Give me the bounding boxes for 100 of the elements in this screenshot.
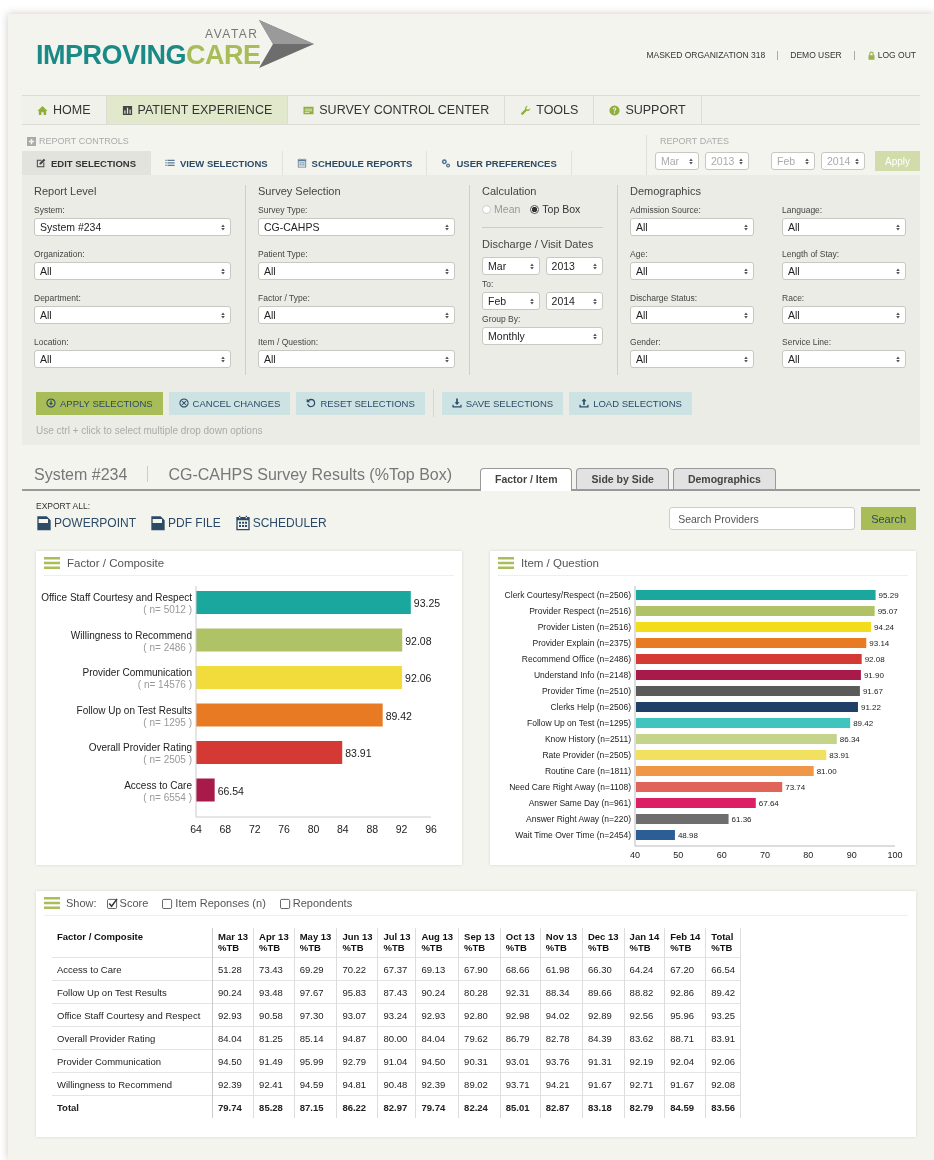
count-label: ( n= 5012 )	[143, 604, 192, 615]
category-label: Provider Explain (n=2375)	[532, 638, 631, 648]
select-field[interactable]: Feb	[482, 292, 540, 310]
action-button[interactable]: RESET SELECTIONS	[296, 391, 425, 415]
updown-arrows-icon	[444, 311, 451, 320]
updown-arrows-icon	[592, 332, 598, 341]
select-field[interactable]: 2013	[545, 257, 604, 275]
select-field[interactable]: All	[630, 262, 754, 280]
select-field[interactable]: All	[630, 306, 754, 324]
radio-option[interactable]: Top Box	[530, 203, 581, 215]
checkbox[interactable]	[162, 897, 174, 909]
table-cell: 94.87	[336, 1026, 378, 1050]
select-field[interactable]: All	[258, 306, 456, 324]
column-header: May 13 %TB	[294, 928, 337, 958]
nav-tab[interactable]: SURVEY CONTROL CENTER	[288, 96, 506, 124]
checkbox-option[interactable]: Repondents	[279, 897, 353, 909]
select-field[interactable]: All	[630, 218, 754, 236]
table-cell: 97.30	[294, 1003, 337, 1027]
search-button[interactable]: Search	[861, 507, 916, 530]
count-label: ( n= 14576 )	[137, 679, 192, 690]
table-cell: 92.56	[624, 1003, 665, 1027]
section-title: Demographics	[630, 185, 702, 197]
checkbox[interactable]	[106, 897, 118, 909]
action-button[interactable]: SAVE SELECTIONS	[441, 391, 564, 415]
table-cell: Follow Up on Test Results	[52, 980, 213, 1004]
updown-arrows-icon	[528, 297, 535, 306]
view-tab[interactable]: Factor / Item	[480, 468, 573, 491]
count-label: ( n= 2505 )	[143, 754, 192, 765]
tick-label: 68	[219, 823, 232, 835]
view-tab[interactable]: Demographics	[672, 468, 776, 489]
nav-tab[interactable]: PATIENT EXPERIENCE	[106, 96, 289, 124]
select-field[interactable]: All	[258, 262, 456, 280]
select-field[interactable]: All	[782, 306, 906, 324]
checkbox-option[interactable]: Score	[106, 897, 149, 909]
export-label: EXPORT ALL:	[36, 501, 92, 511]
category-label: Provider Listen (n=2516)	[537, 622, 631, 632]
updown-arrows-icon	[220, 311, 227, 320]
select-field[interactable]: All	[258, 350, 456, 368]
table-cell: 88.34	[540, 980, 583, 1004]
cancel-icon	[178, 398, 189, 408]
field-label: System:	[34, 205, 66, 215]
lock-icon	[866, 50, 876, 60]
tick-label: 72	[248, 823, 261, 835]
select-field[interactable]: All	[782, 350, 906, 368]
export-link[interactable]: PDF FILE	[150, 515, 221, 531]
checkbox-option[interactable]: Item Reponses (n)	[162, 897, 266, 909]
table-cell: 85.14	[294, 1026, 337, 1050]
header-link[interactable]: MASKED ORGANIZATION 318	[646, 50, 766, 60]
table-cell: 92.31	[500, 980, 541, 1004]
table-cell: 94.21	[540, 1072, 583, 1096]
table-cell: 95.99	[294, 1049, 337, 1073]
select-field[interactable]: 2014	[545, 292, 604, 310]
nav-tab[interactable]: TOOLS	[505, 96, 595, 124]
select-field[interactable]: All	[782, 262, 906, 280]
export-link[interactable]: SCHEDULER	[234, 515, 327, 531]
nav-tab[interactable]: SUPPORT	[594, 96, 702, 124]
logout-link[interactable]: LOG OUT	[866, 50, 916, 60]
tick-label: 100	[887, 850, 903, 860]
tick-label: 80	[307, 823, 320, 835]
header-link[interactable]: DEMO USER	[790, 50, 842, 60]
count-label: ( n= 1295 )	[143, 716, 192, 728]
search-field[interactable]: Search Providers	[669, 507, 856, 530]
table-cell: 92.86	[664, 980, 706, 1004]
action-button[interactable]: LOAD SELECTIONS	[569, 391, 692, 415]
select-field[interactable]: All	[34, 350, 232, 368]
select-field[interactable]: Monthly	[482, 327, 603, 345]
select-field[interactable]: Mar	[482, 257, 540, 275]
category-label: Need Care Right Away (n=1108)	[509, 782, 631, 792]
select-field[interactable]: All	[34, 306, 232, 324]
select-field[interactable]: All	[630, 350, 754, 368]
column-header: Sep 13 %TB	[458, 928, 501, 958]
table-cell: 92.04	[664, 1049, 706, 1073]
table-cell: 83.56	[705, 1095, 741, 1118]
value-label: 66.54	[217, 784, 244, 797]
select-field[interactable]: All	[34, 262, 232, 280]
category-label: Rate Provider (n=2505)	[542, 750, 631, 760]
table-cell: Provider Communication	[52, 1049, 213, 1073]
view-tab[interactable]: Side by Side	[576, 468, 669, 489]
export-link[interactable]: POWERPOINT	[36, 515, 136, 531]
section-title: Report Level	[34, 185, 98, 197]
table-cell: 84.04	[415, 1026, 459, 1050]
checkbox[interactable]	[279, 897, 291, 909]
table-cell: 90.48	[378, 1072, 416, 1096]
select-field[interactable]: CG-CAHPS	[258, 218, 456, 236]
select-field[interactable]: All	[782, 218, 906, 236]
value-label: 73.74	[785, 783, 806, 792]
table-cell: 87.43	[378, 980, 416, 1004]
select-field[interactable]: System #234	[34, 218, 232, 236]
table-cell: 94.59	[294, 1072, 337, 1096]
action-button[interactable]: CANCEL CHANGES	[168, 391, 291, 415]
table-cell: 69.29	[294, 957, 337, 981]
value-label: 92.08	[864, 655, 885, 664]
action-button[interactable]: APPLY SELECTIONS	[36, 391, 163, 415]
table-cell: 51.28	[212, 957, 254, 981]
table-cell: 84.39	[582, 1026, 625, 1050]
nav-tab[interactable]: HOME	[22, 96, 107, 124]
controls-tab[interactable]: EDIT SELECTIONS	[22, 151, 151, 175]
calendar-icon	[234, 515, 251, 531]
table-cell: 87.15	[294, 1095, 337, 1118]
table-cell: 85.01	[500, 1095, 541, 1118]
